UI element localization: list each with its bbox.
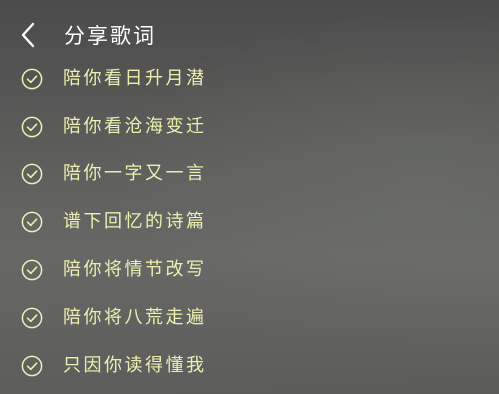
lyric-row[interactable]: 陪你将八荒走遍	[0, 296, 499, 340]
check-circle-icon	[21, 116, 43, 138]
check-circle-icon	[21, 307, 43, 329]
lyric-row[interactable]: 陪你将情节改写	[0, 248, 499, 292]
lyric-row[interactable]: 陪你一字又一言	[0, 152, 499, 196]
page-title: 分享歌词	[64, 24, 156, 48]
lyrics-list: 陪你看日升月潜 陪你看沧海变迁 陪你一字又一言 谱下回忆的诗篇 陪你将情节改写 …	[0, 55, 499, 394]
lyric-row[interactable]: 谱下回忆的诗篇	[0, 200, 499, 244]
lyric-row[interactable]: 陪你看沧海变迁	[0, 105, 499, 149]
check-circle-icon	[21, 163, 43, 185]
lyric-text: 陪你看沧海变迁	[63, 116, 207, 137]
lyric-text: 陪你将情节改写	[63, 259, 207, 280]
lyric-row[interactable]: 陪你看日升月潜	[0, 57, 499, 101]
check-circle-icon	[21, 211, 43, 233]
lyric-text: 陪你看日升月潜	[63, 68, 207, 89]
lyric-row[interactable]: 只因你读得懂我	[0, 344, 499, 388]
lyric-text: 陪你将八荒走遍	[63, 307, 207, 328]
check-circle-icon	[21, 68, 43, 90]
back-button[interactable]	[16, 20, 42, 50]
lyric-text: 陪你一字又一言	[63, 163, 207, 184]
chevron-left-icon	[21, 22, 35, 48]
lyric-text: 谱下回忆的诗篇	[63, 211, 207, 232]
check-circle-icon	[21, 259, 43, 281]
check-circle-icon	[21, 355, 43, 377]
lyric-text: 只因你读得懂我	[63, 355, 207, 376]
